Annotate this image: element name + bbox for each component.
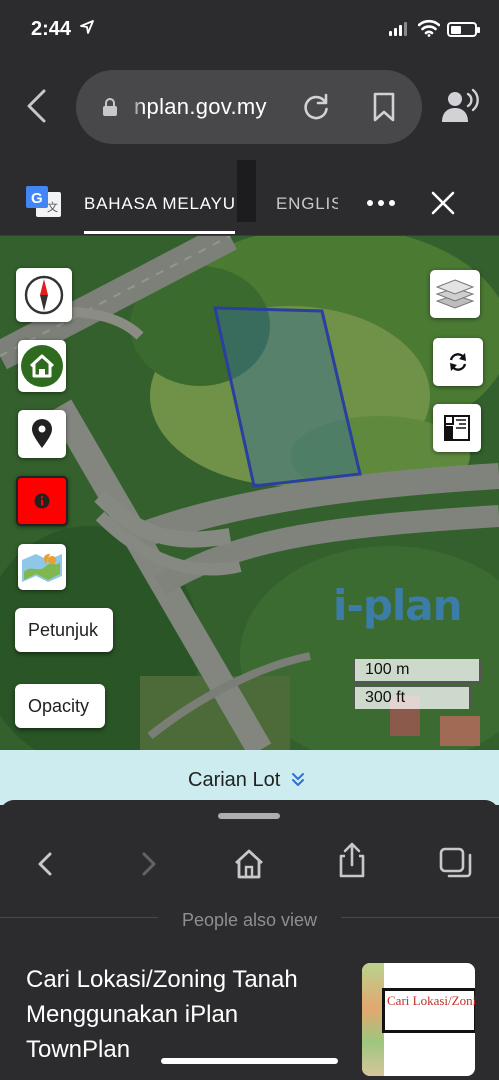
recommendation-thumbnail[interactable]: Cari Lokasi/Zoning Tanah Menggunakan: [362, 963, 475, 1076]
sheet-back-icon[interactable]: [28, 846, 64, 882]
home-icon: [21, 345, 63, 387]
info-button[interactable]: [16, 476, 68, 526]
svg-text:文: 文: [47, 200, 58, 214]
lock-icon: [103, 98, 117, 116]
scale-metric-label: 100 m: [365, 661, 410, 678]
status-time: 2:44: [31, 18, 72, 40]
home-indicator: [161, 1058, 338, 1064]
petunjuk-button[interactable]: Petunjuk: [15, 608, 113, 652]
thumbnail-map: [362, 963, 384, 1076]
thumbnail-text: Cari Lokasi/Zoning Tanah Menggunakan: [387, 993, 475, 1008]
cellular-signal-icon: [389, 22, 407, 36]
battery-icon: [447, 22, 480, 37]
map-layer-button[interactable]: [18, 544, 66, 590]
measure-icon: [444, 415, 470, 441]
location-arrow-icon: [80, 20, 94, 34]
tab-separator: [237, 160, 256, 222]
scale-imperial: 300 ft: [353, 685, 471, 709]
map-layer-icon: [22, 554, 62, 582]
address-bar[interactable]: nplan.gov.my: [76, 70, 422, 144]
layers-button[interactable]: [430, 270, 480, 318]
compass-icon: [24, 275, 64, 315]
status-bar: 2:44: [0, 0, 499, 60]
more-icon[interactable]: [367, 200, 395, 206]
close-icon[interactable]: [430, 190, 456, 216]
sheet-home-icon[interactable]: [231, 846, 267, 882]
sheet-grabber[interactable]: [218, 813, 280, 819]
opacity-label: Opacity: [28, 695, 90, 716]
location-pin-icon: [32, 419, 52, 448]
measure-button[interactable]: [433, 404, 481, 452]
refresh-icon: [449, 353, 467, 371]
url-text: nplan.gov.my: [126, 94, 267, 122]
layers-icon: [435, 279, 475, 309]
bookmark-icon[interactable]: [371, 92, 397, 122]
location-button[interactable]: [18, 410, 66, 458]
home-button[interactable]: [18, 340, 66, 392]
svg-text:G: G: [31, 190, 43, 207]
tab-english[interactable]: ENGLIS: [276, 194, 338, 214]
people-also-view-label: People also view: [157, 910, 342, 931]
opacity-button[interactable]: Opacity: [15, 684, 105, 728]
reader-person-icon[interactable]: [440, 88, 480, 124]
back-icon[interactable]: [24, 88, 48, 124]
tabs-icon[interactable]: [438, 846, 474, 882]
active-tab-indicator: [84, 231, 235, 234]
reload-icon[interactable]: [301, 92, 331, 122]
compass-button[interactable]: [16, 268, 72, 322]
satellite-map[interactable]: Petunjuk Opacity i-plan 100 m 300 ft: [0, 236, 499, 750]
google-translate-icon: 文 G: [26, 186, 61, 217]
chevron-down-icon: [292, 773, 304, 786]
people-also-view-heading: People also view: [0, 910, 499, 931]
recommendation-title: Cari Lokasi/Zoning Tanah Menggunakan iPl…: [26, 966, 298, 1063]
browser-toolbar: nplan.gov.my: [0, 60, 499, 156]
iplan-watermark: i-plan: [333, 581, 463, 630]
scale-metric: 100 m: [353, 659, 481, 683]
tab-bahasa-melayu[interactable]: BAHASA MELAYU: [84, 194, 236, 214]
bottom-sheet: People also view Cari Lokasi/Zoning Tana…: [0, 800, 499, 1080]
share-icon[interactable]: [334, 842, 370, 878]
browser-page: 2:44 nplan.gov.my 文 G BAHASA MELAYU ENGL…: [0, 0, 499, 1080]
search-lot-label: Carian Lot: [188, 769, 281, 791]
scale-imperial-label: 300 ft: [365, 689, 406, 706]
search-lot-bar[interactable]: Carian Lot: [0, 750, 499, 805]
sheet-forward-icon[interactable]: [130, 846, 166, 882]
wifi-icon: [418, 19, 440, 37]
translate-bar: 文 G BAHASA MELAYU ENGLIS: [0, 156, 499, 236]
refresh-button[interactable]: [433, 338, 483, 386]
petunjuk-label: Petunjuk: [28, 619, 99, 640]
info-icon: [34, 493, 50, 509]
